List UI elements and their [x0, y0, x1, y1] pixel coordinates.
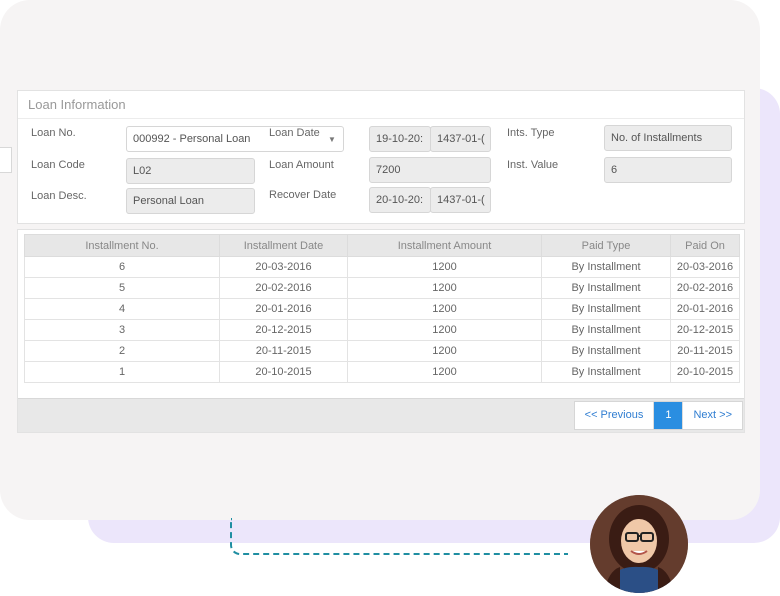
- cell-installment-amount: 1200: [347, 277, 542, 299]
- cell-installment-date: 20-02-2016: [219, 277, 348, 299]
- cell-installment-no: 4: [24, 298, 220, 320]
- loan-amount-label: Loan Amount: [269, 159, 334, 171]
- table-footer: << Previous 1 Next >>: [18, 398, 744, 432]
- cell-installment-no: 2: [24, 340, 220, 362]
- chevron-down-icon[interactable]: ▼: [328, 135, 336, 144]
- inst-value-label: Inst. Value: [507, 159, 559, 171]
- installments-table: Installment No. Installment Date Install…: [24, 234, 740, 383]
- cell-paid-on: 20-03-2016: [670, 256, 740, 278]
- inst-value-field[interactable]: 6: [604, 157, 732, 183]
- cell-paid-type: By Installment: [541, 256, 671, 278]
- cell-installment-no: 6: [24, 256, 220, 278]
- table-row[interactable]: 4 20-01-2016 1200 By Installment 20-01-2…: [24, 298, 740, 320]
- loan-no-value: 000992 - Personal Loan: [133, 133, 251, 145]
- cell-paid-type: By Installment: [541, 361, 671, 383]
- cell-installment-date: 20-10-2015: [219, 361, 348, 383]
- cell-paid-on: 20-10-2015: [670, 361, 740, 383]
- loan-code-label: Loan Code: [31, 159, 85, 171]
- loan-desc-field[interactable]: Personal Loan: [126, 188, 255, 214]
- column-header-installment-date[interactable]: Installment Date: [219, 234, 348, 257]
- user-photo-icon: [590, 495, 688, 593]
- cell-paid-on: 20-02-2016: [670, 277, 740, 299]
- loan-amount-field[interactable]: 7200: [369, 157, 491, 183]
- partial-field-edge: [0, 147, 12, 173]
- cell-installment-date: 20-12-2015: [219, 319, 348, 341]
- cell-installment-amount: 1200: [347, 256, 542, 278]
- panel-title: Loan Information: [28, 97, 126, 112]
- avatar: [590, 495, 688, 593]
- cell-paid-on: 20-12-2015: [670, 319, 740, 341]
- table-row[interactable]: 6 20-03-2016 1200 By Installment 20-03-2…: [24, 256, 740, 278]
- loan-code-field[interactable]: L02: [126, 158, 255, 184]
- loan-date-label: Loan Date: [269, 127, 320, 139]
- cell-paid-type: By Installment: [541, 340, 671, 362]
- cell-installment-date: 20-01-2016: [219, 298, 348, 320]
- ints-type-label: Ints. Type: [507, 127, 555, 139]
- column-header-installment-no[interactable]: Installment No.: [24, 234, 220, 257]
- cell-installment-no: 3: [24, 319, 220, 341]
- page-1-button[interactable]: 1: [654, 402, 684, 429]
- cell-paid-type: By Installment: [541, 277, 671, 299]
- cell-paid-type: By Installment: [541, 298, 671, 320]
- column-header-paid-type[interactable]: Paid Type: [541, 234, 671, 257]
- loan-date-hijri-field[interactable]: 1437-01-(: [430, 126, 491, 152]
- loan-desc-label: Loan Desc.: [31, 190, 87, 202]
- column-header-paid-on[interactable]: Paid On: [670, 234, 740, 257]
- table-row[interactable]: 3 20-12-2015 1200 By Installment 20-12-2…: [24, 319, 740, 341]
- recover-date-hijri-field[interactable]: 1437-01-(: [430, 187, 491, 213]
- loan-no-label: Loan No.: [31, 127, 76, 139]
- panel-divider: [18, 118, 744, 119]
- table-row[interactable]: 1 20-10-2015 1200 By Installment 20-10-2…: [24, 361, 740, 383]
- cell-paid-on: 20-01-2016: [670, 298, 740, 320]
- recover-date-gregorian-field[interactable]: 20-10-20:: [369, 187, 431, 213]
- dashed-connector-line: [230, 518, 568, 555]
- table-row[interactable]: 2 20-11-2015 1200 By Installment 20-11-2…: [24, 340, 740, 362]
- next-page-button[interactable]: Next >>: [683, 402, 742, 429]
- cell-paid-type: By Installment: [541, 319, 671, 341]
- loan-date-gregorian-field[interactable]: 19-10-20:: [369, 126, 431, 152]
- column-header-installment-amount[interactable]: Installment Amount: [347, 234, 542, 257]
- ints-type-field[interactable]: No. of Installments: [604, 125, 732, 151]
- cell-installment-amount: 1200: [347, 340, 542, 362]
- cell-installment-no: 1: [24, 361, 220, 383]
- installments-table-panel: Installment No. Installment Date Install…: [17, 229, 745, 433]
- cell-installment-amount: 1200: [347, 361, 542, 383]
- table-row[interactable]: 5 20-02-2016 1200 By Installment 20-02-2…: [24, 277, 740, 299]
- cell-installment-amount: 1200: [347, 319, 542, 341]
- loan-information-panel: Loan Information Loan No. Loan Code Loan…: [17, 90, 745, 224]
- cell-installment-amount: 1200: [347, 298, 542, 320]
- cell-installment-no: 5: [24, 277, 220, 299]
- recover-date-label: Recover Date: [269, 189, 337, 201]
- pagination: << Previous 1 Next >>: [573, 401, 743, 430]
- cell-installment-date: 20-03-2016: [219, 256, 348, 278]
- table-header-row: Installment No. Installment Date Install…: [24, 234, 740, 257]
- cell-paid-on: 20-11-2015: [670, 340, 740, 362]
- cell-installment-date: 20-11-2015: [219, 340, 348, 362]
- previous-page-button[interactable]: << Previous: [575, 402, 655, 429]
